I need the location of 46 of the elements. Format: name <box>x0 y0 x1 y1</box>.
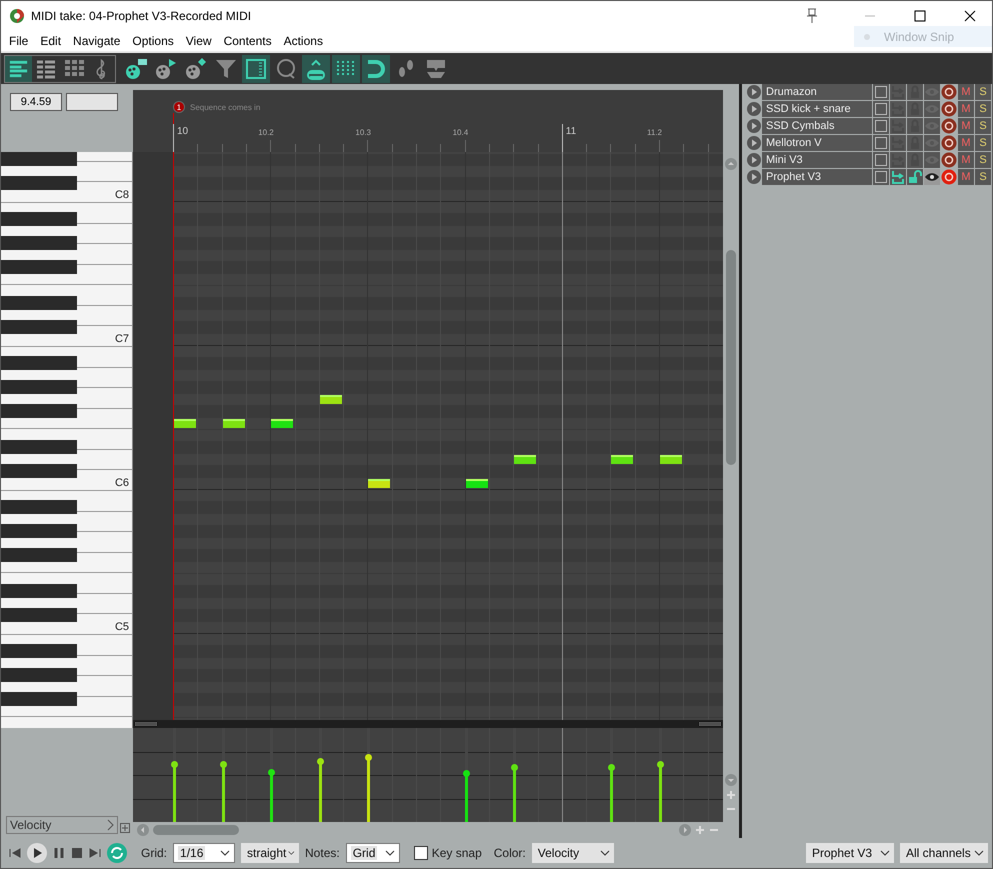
notes-dropdown[interactable]: Grid <box>346 843 400 863</box>
solo-button[interactable]: S <box>975 169 991 185</box>
solo-button[interactable]: S <box>975 135 991 151</box>
menu-item[interactable]: Contents <box>218 34 278 48</box>
timeline-ruler[interactable]: 1 Sequence comes in 10 10.2 10.3 10.4 11 11.2 <box>133 90 723 152</box>
ruler-label: 10 <box>177 126 188 137</box>
ruler-label: 11.2 <box>647 128 662 137</box>
solo-button[interactable]: S <box>975 118 991 134</box>
color-label: Color: <box>494 846 526 860</box>
menu-item[interactable]: Navigate <box>67 34 126 48</box>
key-snap-label: Key snap <box>432 846 482 860</box>
window-title: MIDI take: 04-Prophet V3-Recorded MIDI <box>31 8 252 22</box>
ruler-label: 10.3 <box>355 128 371 137</box>
track-name[interactable]: SSD kick + snare <box>762 101 872 117</box>
solo-button[interactable]: S <box>975 101 991 117</box>
track-dropdown[interactable]: Prophet V3 <box>806 843 894 863</box>
ruler-label: 11 <box>566 126 576 137</box>
track-name[interactable]: Mini V3 <box>762 152 872 168</box>
snip-tooltip: Window Snip <box>854 26 992 47</box>
position-field[interactable]: 9.4.59 <box>10 93 62 111</box>
track-name[interactable]: SSD Cymbals <box>762 118 872 134</box>
solo-button[interactable]: S <box>975 152 991 168</box>
ruler-label: 10.4 <box>452 128 468 137</box>
track-name[interactable]: Prophet V3 <box>762 169 872 185</box>
track-name[interactable]: Mellotron V <box>762 135 872 151</box>
color-mode-dropdown[interactable]: Velocity <box>532 843 614 863</box>
channel-dropdown[interactable]: All channels <box>900 843 988 863</box>
lane-dropdown[interactable]: Velocity <box>6 816 118 834</box>
key-label: C8 <box>114 189 129 201</box>
solo-button[interactable]: S <box>975 84 991 100</box>
track-name[interactable]: Drumazon <box>762 84 872 100</box>
marker-label: Sequence comes in <box>190 102 260 112</box>
key-label: C6 <box>114 477 129 489</box>
ruler-label: 10.2 <box>258 128 274 137</box>
menu-item[interactable]: File <box>3 34 34 48</box>
swing-dropdown[interactable]: straight <box>241 843 300 863</box>
grid-label: Grid: <box>141 846 168 860</box>
menu-item[interactable]: Actions <box>278 34 329 48</box>
key-label: C5 <box>114 621 129 633</box>
notes-label: Notes: <box>305 846 340 860</box>
menu-item[interactable]: View <box>180 34 218 48</box>
grid-size-dropdown[interactable]: 1/16 <box>173 843 236 863</box>
menu-item[interactable]: Options <box>126 34 180 48</box>
marker-badge[interactable]: 1 <box>173 101 185 113</box>
key-label: C7 <box>114 333 129 345</box>
menu-item[interactable]: Edit <box>34 34 68 48</box>
